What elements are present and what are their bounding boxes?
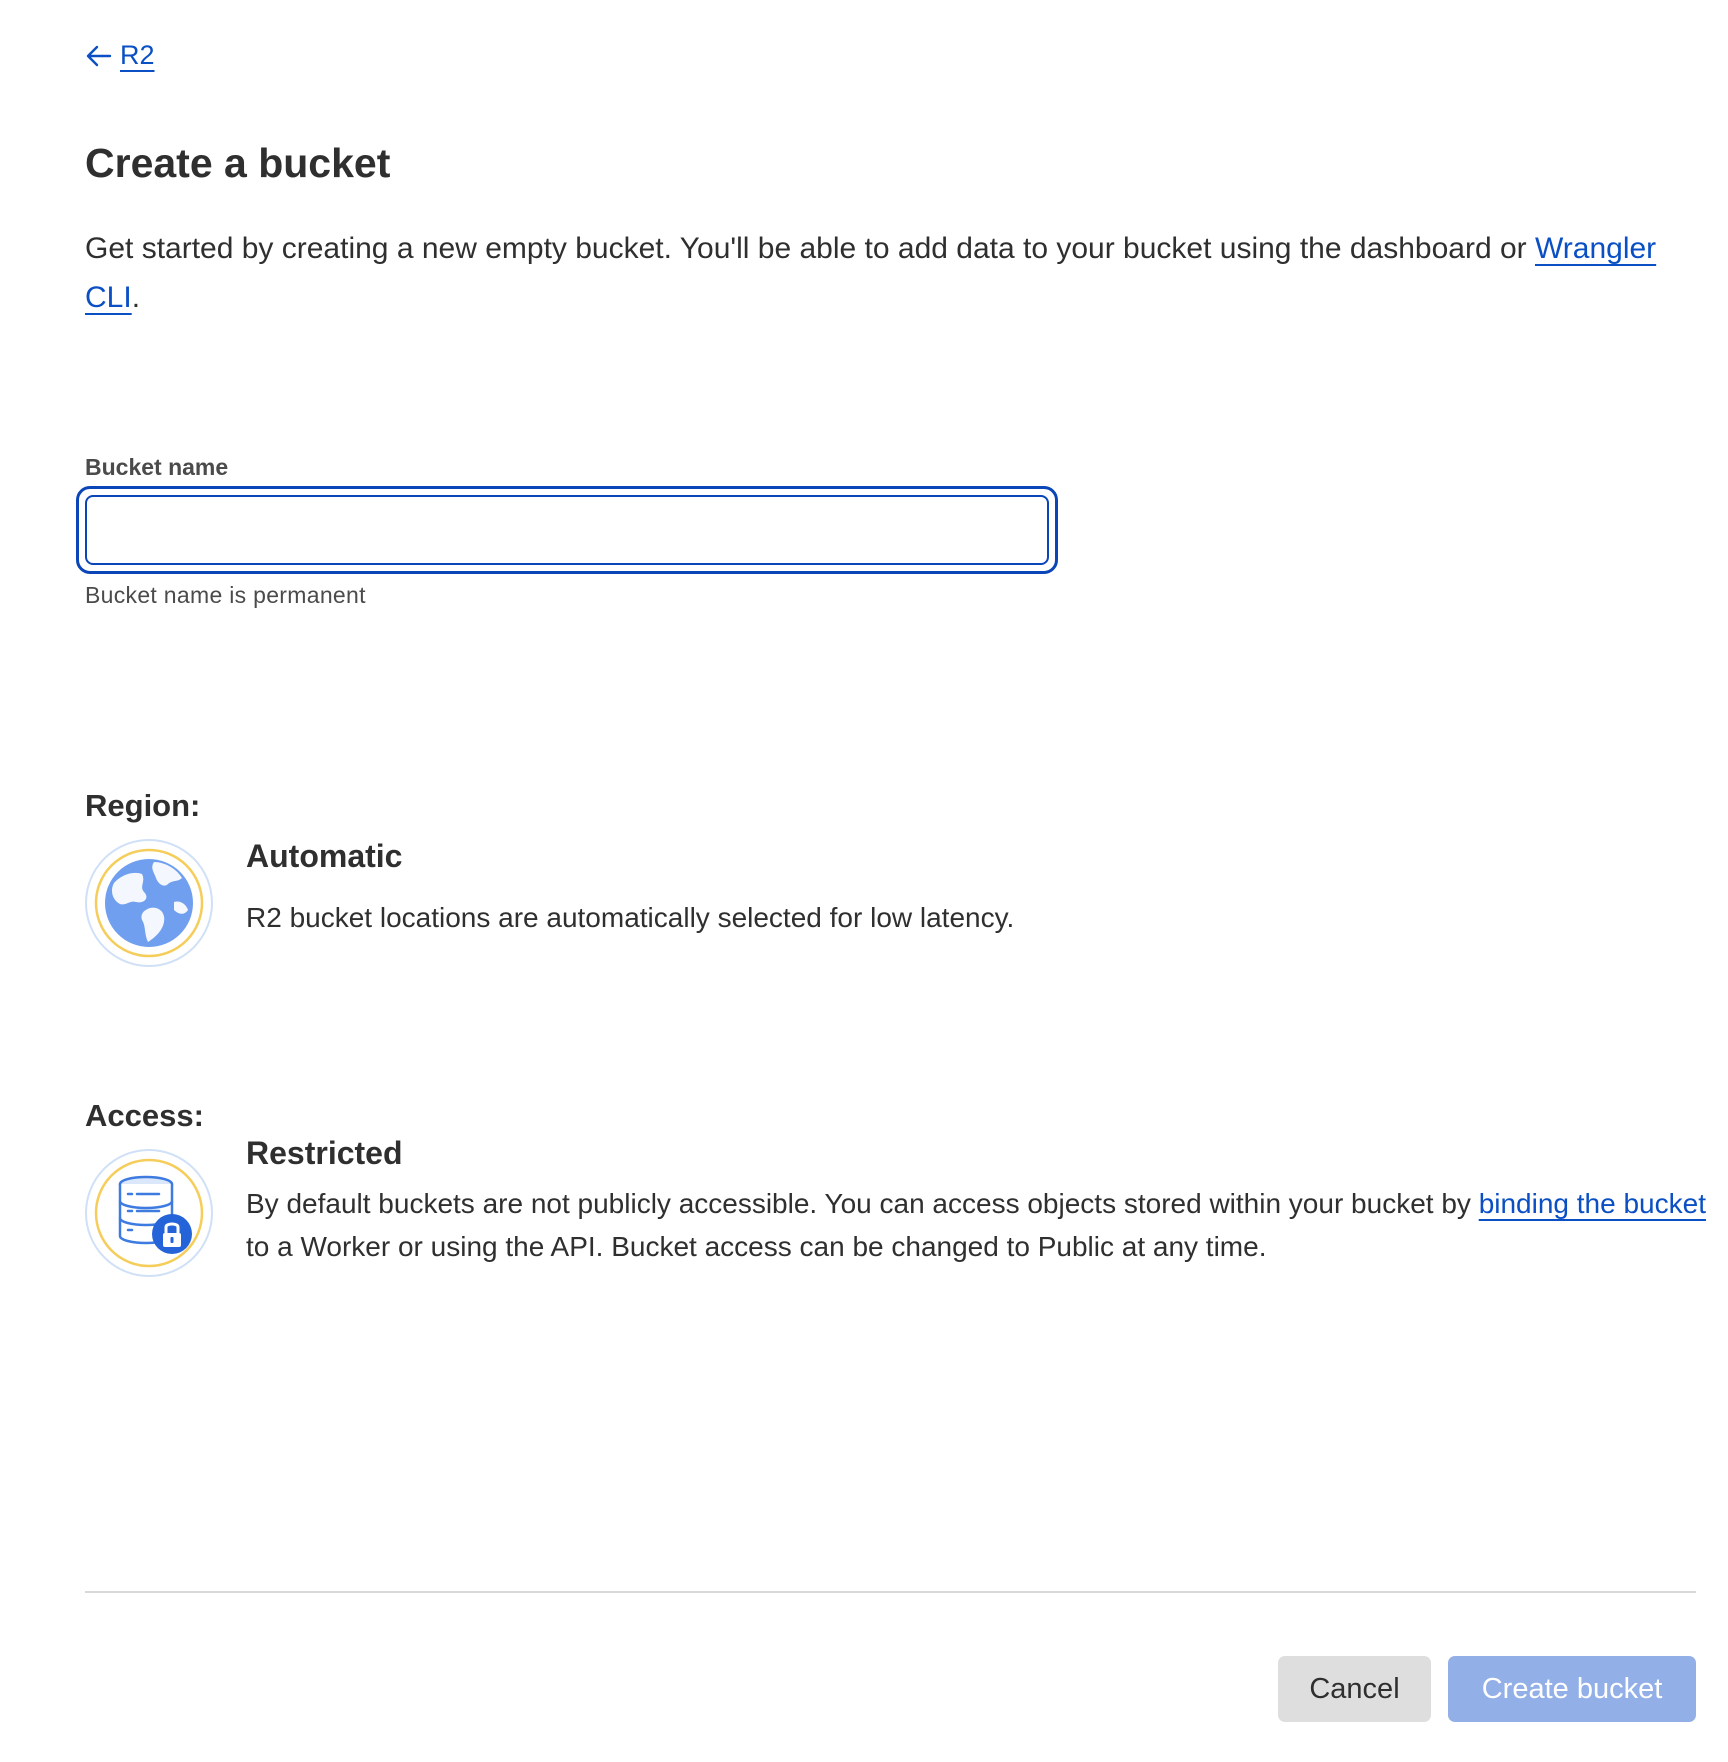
create-bucket-page: R2 Create a bucket Get started by creati… bbox=[0, 0, 1728, 1762]
bucket-name-helper: Bucket name is permanent bbox=[85, 582, 366, 608]
region-option-title: Automatic bbox=[246, 838, 403, 874]
region-option-description: R2 bucket locations are automatically se… bbox=[246, 902, 1015, 933]
access-desc-after: to a Worker or using the API. Bucket acc… bbox=[246, 1231, 1267, 1262]
back-to-r2-link[interactable]: R2 bbox=[86, 40, 155, 71]
back-link-label[interactable]: R2 bbox=[120, 40, 155, 71]
bucket-name-focus-ring bbox=[76, 486, 1058, 574]
intro-end: . bbox=[131, 281, 141, 314]
binding-the-bucket-link[interactable]: binding the bucket bbox=[1479, 1188, 1706, 1219]
database-lock-icon bbox=[85, 1149, 213, 1277]
intro-paragraph: Get started by creating a new empty buck… bbox=[85, 224, 1705, 322]
bucket-name-input[interactable] bbox=[85, 495, 1049, 565]
intro-text: Get started by creating a new empty buck… bbox=[85, 232, 1535, 265]
footer-divider bbox=[85, 1591, 1696, 1593]
access-option-title: Restricted bbox=[246, 1135, 403, 1171]
page-title: Create a bucket bbox=[85, 140, 391, 186]
region-section-title: Region: bbox=[85, 788, 201, 823]
access-option-description: By default buckets are not publicly acce… bbox=[246, 1182, 1706, 1268]
create-bucket-button[interactable]: Create bucket bbox=[1448, 1656, 1696, 1722]
globe-icon bbox=[85, 839, 213, 967]
arrow-left-icon bbox=[86, 45, 112, 66]
cancel-button[interactable]: Cancel bbox=[1278, 1656, 1431, 1722]
bucket-name-label: Bucket name bbox=[85, 454, 229, 480]
access-desc-before: By default buckets are not publicly acce… bbox=[246, 1188, 1479, 1219]
access-section-title: Access: bbox=[85, 1098, 204, 1133]
